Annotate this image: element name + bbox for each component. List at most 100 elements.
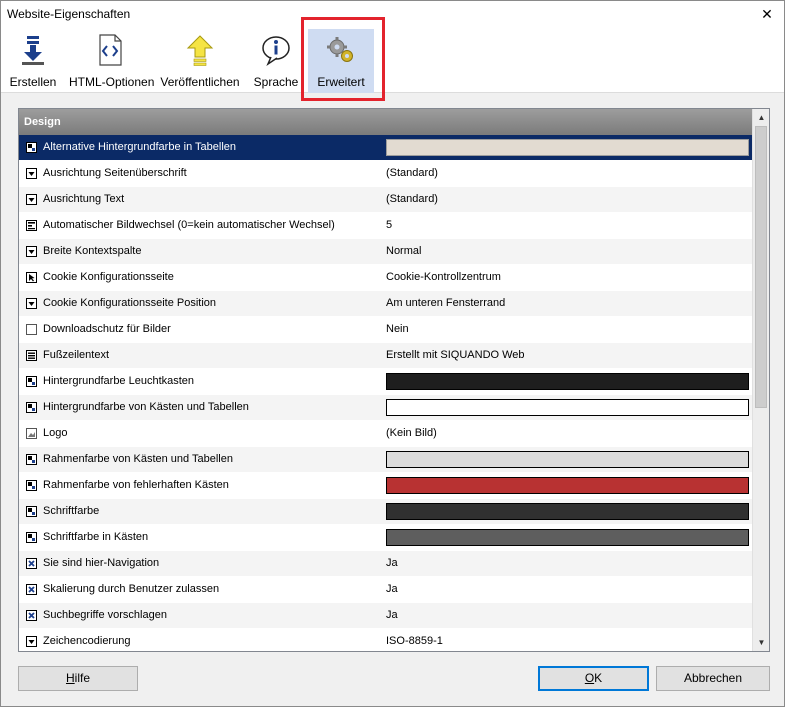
checkbox-checked-icon xyxy=(26,584,37,595)
property-row[interactable]: Alternative Hintergrundfarbe in Tabellen xyxy=(19,135,752,161)
property-value[interactable]: Normal xyxy=(386,245,421,257)
dropdown-icon xyxy=(26,246,37,257)
property-value[interactable]: Nein xyxy=(386,323,409,335)
dropdown-icon xyxy=(26,636,37,647)
property-value[interactable]: (Standard) xyxy=(386,167,438,179)
property-value[interactable]: Am unteren Fensterrand xyxy=(386,297,505,309)
close-button[interactable]: ✕ xyxy=(756,4,778,24)
window-title: Website-Eigenschaften xyxy=(7,7,131,21)
help-label: ilfe xyxy=(74,671,90,685)
property-rows: Alternative Hintergrundfarbe in Tabellen… xyxy=(19,135,752,651)
download-icon xyxy=(22,36,44,65)
color-swatch[interactable] xyxy=(386,451,749,468)
color-icon xyxy=(26,454,37,465)
property-row[interactable]: Sie sind hier-Navigation Ja xyxy=(19,551,752,577)
property-name: Suchbegriffe vorschlagen xyxy=(43,609,167,621)
property-grid: Design Alternative Hintergrundfarbe in T… xyxy=(18,108,770,652)
property-name: Breite Kontextspalte xyxy=(43,245,142,257)
property-value[interactable]: (Standard) xyxy=(386,193,438,205)
checkbox-checked-icon xyxy=(26,558,37,569)
title-bar: Website-Eigenschaften ✕ xyxy=(1,1,784,29)
color-icon xyxy=(26,402,37,413)
property-name: Cookie Konfigurationsseite Position xyxy=(43,297,217,309)
tab-label: Veröffentlichen xyxy=(160,75,240,89)
color-swatch[interactable] xyxy=(386,373,749,390)
property-value[interactable]: Cookie-Kontrollzentrum xyxy=(386,271,501,283)
checkbox-empty-icon xyxy=(26,324,37,335)
upload-arrow-icon xyxy=(186,35,214,66)
toolbar: Erstellen HTML-Optionen Veröffentlichen xyxy=(1,29,784,93)
property-row[interactable]: Ausrichtung Text (Standard) xyxy=(19,187,752,213)
color-icon xyxy=(26,506,37,517)
property-row[interactable]: Fußzeilentext Erstellt mit SIQUANDO Web xyxy=(19,343,752,369)
tab-html-optionen[interactable]: HTML-Optionen xyxy=(69,29,155,93)
dropdown-icon xyxy=(26,298,37,309)
property-value[interactable]: Erstellt mit SIQUANDO Web xyxy=(386,349,525,361)
property-value[interactable]: ISO-8859-1 xyxy=(386,635,443,647)
property-name: Zeichencodierung xyxy=(43,635,131,647)
property-name: Skalierung durch Benutzer zulassen xyxy=(43,583,220,595)
info-bubble-icon xyxy=(262,36,290,67)
text-lines-icon xyxy=(26,350,37,361)
property-row[interactable]: Hintergrundfarbe Leuchtkasten xyxy=(19,369,752,395)
color-swatch[interactable] xyxy=(386,139,749,156)
cancel-button[interactable]: Abbrechen xyxy=(656,666,770,691)
property-name: Alternative Hintergrundfarbe in Tabellen xyxy=(43,141,237,153)
property-row[interactable]: Logo (Kein Bild) xyxy=(19,421,752,447)
color-swatch[interactable] xyxy=(386,399,749,416)
tab-veroeffentlichen[interactable]: Veröffentlichen xyxy=(159,29,241,93)
property-value[interactable]: Ja xyxy=(386,583,398,595)
property-name: Automatischer Bildwechsel (0=kein automa… xyxy=(43,219,335,231)
property-row[interactable]: Rahmenfarbe von fehlerhaften Kästen xyxy=(19,473,752,499)
property-row[interactable]: Ausrichtung Seitenüberschrift (Standard) xyxy=(19,161,752,187)
color-swatch[interactable] xyxy=(386,477,749,494)
property-value[interactable]: (Kein Bild) xyxy=(386,427,437,439)
property-name: Logo xyxy=(43,427,68,439)
color-swatch[interactable] xyxy=(386,503,749,520)
properties-dialog: Website-Eigenschaften ✕ Erstellen HTML-O… xyxy=(0,0,785,707)
scroll-thumb[interactable] xyxy=(755,126,767,408)
property-row[interactable]: Schriftfarbe in Kästen xyxy=(19,525,752,551)
property-value[interactable]: Ja xyxy=(386,557,398,569)
ok-button[interactable]: OK xyxy=(538,666,649,691)
property-row[interactable]: Suchbegriffe vorschlagen Ja xyxy=(19,603,752,629)
dropdown-icon xyxy=(26,194,37,205)
help-button[interactable]: Hilfe xyxy=(18,666,138,691)
tab-label: HTML-Optionen xyxy=(69,75,155,89)
property-row[interactable]: Rahmenfarbe von Kästen und Tabellen xyxy=(19,447,752,473)
property-name: Hintergrundfarbe von Kästen und Tabellen xyxy=(43,401,249,413)
property-value[interactable]: 5 xyxy=(386,219,392,231)
property-row[interactable]: Schriftfarbe xyxy=(19,499,752,525)
property-name: Hintergrundfarbe Leuchtkasten xyxy=(43,375,195,387)
property-row[interactable]: Automatischer Bildwechsel (0=kein automa… xyxy=(19,213,752,239)
property-name: Sie sind hier-Navigation xyxy=(43,557,160,569)
property-name: Cookie Konfigurationsseite xyxy=(43,271,174,283)
property-name: Schriftfarbe xyxy=(43,505,100,517)
property-row[interactable]: Skalierung durch Benutzer zulassen Ja xyxy=(19,577,752,603)
scroll-up-icon[interactable]: ▲ xyxy=(753,109,769,126)
dropdown-icon xyxy=(26,168,37,179)
category-header[interactable]: Design xyxy=(19,109,752,135)
pointer-icon xyxy=(26,272,37,283)
scroll-down-icon[interactable]: ▼ xyxy=(753,634,769,651)
property-row[interactable]: Breite Kontextspalte Normal xyxy=(19,239,752,265)
code-document-icon xyxy=(99,34,122,66)
property-row[interactable]: Cookie Konfigurationsseite Position Am un… xyxy=(19,291,752,317)
property-name: Ausrichtung Text xyxy=(43,193,125,205)
property-row[interactable]: Downloadschutz für Bilder Nein xyxy=(19,317,752,343)
ok-mnemonic: O xyxy=(584,671,595,685)
property-name: Ausrichtung Seitenüberschrift xyxy=(43,167,187,179)
property-value[interactable]: Ja xyxy=(386,609,398,621)
property-row[interactable]: Cookie Konfigurationsseite Cookie-Kontrol… xyxy=(19,265,752,291)
property-name: Rahmenfarbe von Kästen und Tabellen xyxy=(43,453,233,465)
color-icon xyxy=(26,532,37,543)
property-row[interactable]: Hintergrundfarbe von Kästen und Tabellen xyxy=(19,395,752,421)
property-row[interactable]: Zeichencodierung ISO-8859-1 xyxy=(19,629,752,651)
tab-label: Sprache xyxy=(253,75,299,89)
property-name: Fußzeilentext xyxy=(43,349,110,361)
tab-sprache[interactable]: Sprache xyxy=(249,29,303,93)
color-swatch[interactable] xyxy=(386,529,749,546)
vertical-scrollbar[interactable]: ▲ ▼ xyxy=(752,109,769,651)
tab-erstellen[interactable]: Erstellen xyxy=(5,29,61,93)
color-icon xyxy=(26,480,37,491)
